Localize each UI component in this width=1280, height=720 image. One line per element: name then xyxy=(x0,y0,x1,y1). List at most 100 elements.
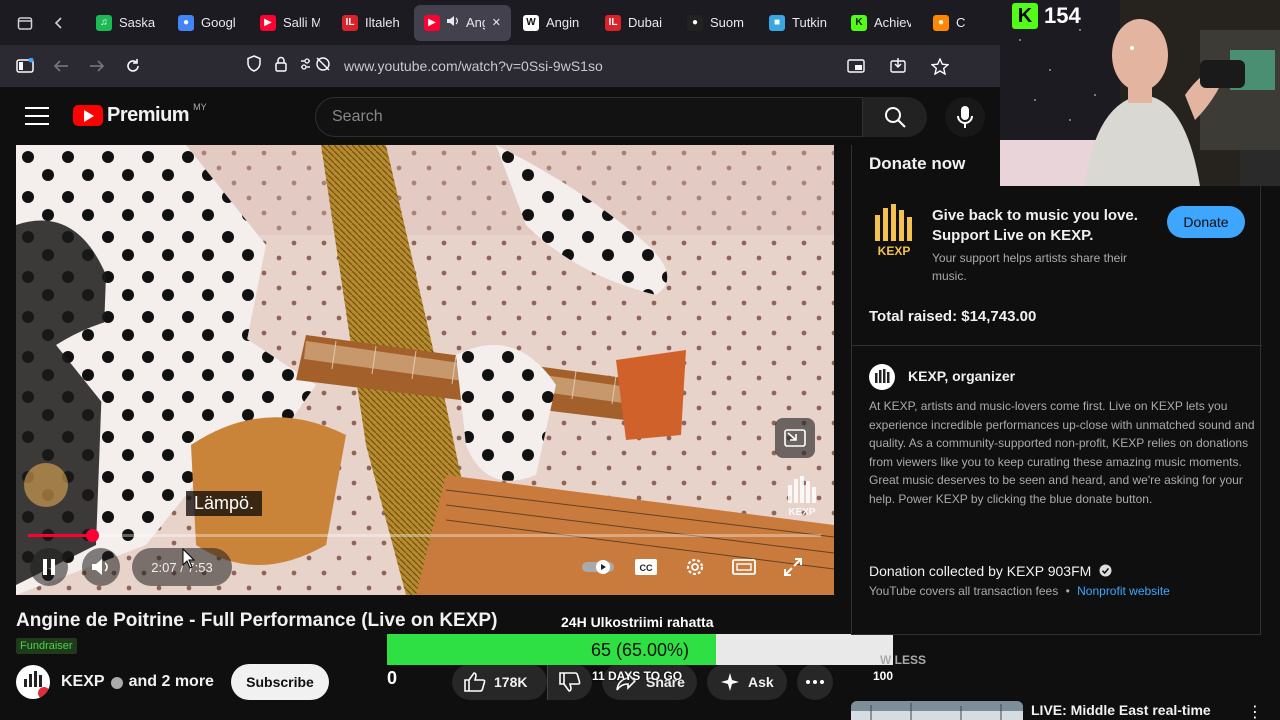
thumbs-up-icon xyxy=(464,672,486,692)
kexp-logo-icon: KEXP xyxy=(875,204,912,258)
miniplayer-button[interactable] xyxy=(775,418,815,458)
pause-button[interactable] xyxy=(30,548,68,586)
thumbs-down-icon xyxy=(559,672,581,692)
miniplayer-icon xyxy=(784,429,806,447)
organizer-name[interactable]: KEXP, organizer xyxy=(908,368,1015,384)
browser-tab[interactable]: K Achiev xyxy=(841,5,921,41)
donation-lead: Give back to music you love. Support Liv… xyxy=(932,207,1138,244)
autoplay-toggle[interactable] xyxy=(576,548,620,586)
subscribe-button[interactable]: Subscribe xyxy=(231,664,329,700)
tab-title: Iltaleh xyxy=(365,15,400,30)
recommended-title[interactable]: LIVE: Middle East real-time xyxy=(1031,702,1211,718)
address-bar[interactable]: www.youtube.com/watch?v=0Ssi-9wS1so xyxy=(238,50,958,82)
volume-icon xyxy=(92,559,108,575)
mute-button[interactable] xyxy=(82,548,120,586)
close-tab-icon[interactable]: ✕ xyxy=(492,16,501,29)
svg-text:CC: CC xyxy=(640,563,653,573)
recommended-video[interactable]: LIVE: Middle East real-time ⋮ xyxy=(851,698,1280,720)
browser-tab[interactable]: ♫ Saska xyxy=(86,5,166,41)
subtitles-button[interactable]: CC xyxy=(626,548,666,586)
picture-in-picture-icon[interactable] xyxy=(838,50,874,82)
organizer-avatar[interactable] xyxy=(869,364,895,390)
more-actions-button[interactable] xyxy=(797,664,833,700)
autoplay-toggle-icon xyxy=(582,560,614,574)
channel-name[interactable]: KEXP xyxy=(61,673,105,691)
collaborators-link[interactable]: and 2 more xyxy=(129,673,214,691)
search-button[interactable] xyxy=(863,97,927,137)
forward-icon[interactable] xyxy=(79,50,115,82)
tab-favicon-icon: ● xyxy=(933,14,949,31)
voice-search-button[interactable] xyxy=(945,97,985,137)
browser-tab[interactable]: ▶ Ang ✕ xyxy=(414,4,511,41)
donate-button[interactable]: Donate xyxy=(1167,206,1245,238)
channel-avatar[interactable] xyxy=(16,665,50,699)
tab-favicon-icon: ■ xyxy=(769,14,785,31)
like-button[interactable]: 178K xyxy=(452,664,547,700)
nonprofit-website-link[interactable]: Nonprofit website xyxy=(1077,584,1170,598)
tab-overview-icon[interactable] xyxy=(10,8,40,38)
tab-favicon-icon: W xyxy=(523,14,539,31)
url-text[interactable]: www.youtube.com/watch?v=0Ssi-9wS1so xyxy=(344,58,603,74)
closed-captions-icon: CC xyxy=(635,559,657,575)
show-less-button[interactable]: W LESS xyxy=(880,653,926,667)
more-horizontal-icon xyxy=(806,680,824,684)
theater-mode-icon xyxy=(732,559,756,575)
tab-favicon-icon: IL xyxy=(342,14,358,31)
seek-bar[interactable] xyxy=(28,529,821,542)
tab-favicon-icon: K xyxy=(851,14,867,31)
sidebar-toggle-icon[interactable] xyxy=(7,50,43,82)
reload-icon[interactable] xyxy=(115,50,151,82)
browser-tab[interactable]: ● Crea xyxy=(923,5,975,41)
fundraiser-badge[interactable]: Fundraiser xyxy=(16,638,77,654)
recommended-thumbnail[interactable] xyxy=(851,701,1023,720)
shield-icon[interactable] xyxy=(246,55,262,77)
tab-strip: ♫ Saska ● Googl ▶ Salli M IL Iltaleh ▶ Ang ✕ W Angin… xyxy=(86,4,975,41)
more-vertical-icon[interactable]: ⋮ xyxy=(1247,702,1263,720)
dislike-button[interactable] xyxy=(547,664,592,700)
youtube-play-icon xyxy=(73,105,103,126)
permissions-icon[interactable] xyxy=(300,56,332,77)
stream-goal-max: 100 xyxy=(873,669,894,683)
browser-nav-bar: www.youtube.com/watch?v=0Ssi-9wS1so xyxy=(0,45,1000,87)
save-to-pocket-icon[interactable] xyxy=(880,50,916,82)
gear-icon xyxy=(686,558,704,576)
stream-goal-title: 24H Ulkostriimi rahatta xyxy=(561,614,714,630)
tab-favicon-icon: ● xyxy=(687,14,703,31)
tabs-scroll-left-icon[interactable] xyxy=(44,8,74,38)
browser-tab[interactable]: IL Dubai xyxy=(595,5,675,41)
browser-tab[interactable]: ■ Tutkin xyxy=(759,5,839,41)
search-input[interactable]: Search xyxy=(315,97,863,137)
fees-bullet: • xyxy=(1065,584,1070,598)
youtube-premium-logo[interactable]: Premium MY xyxy=(73,101,207,127)
browser-tab[interactable]: ▶ Salli M xyxy=(250,5,330,41)
ask-button[interactable]: Ask xyxy=(707,664,787,700)
collected-by: Donation collected by KEXP 903FM xyxy=(869,563,1112,579)
guide-menu-icon[interactable] xyxy=(22,103,52,129)
tab-title: Angin xyxy=(546,15,580,30)
tab-favicon-icon: ▶ xyxy=(424,14,440,31)
video-player[interactable] xyxy=(16,145,834,595)
like-count: 178K xyxy=(494,674,528,690)
address-bar-actions xyxy=(838,50,958,82)
total-raised: Total raised: $14,743.00 xyxy=(869,308,1037,325)
fullscreen-button[interactable] xyxy=(773,548,813,586)
seek-bar-played xyxy=(28,534,93,537)
country-code: MY xyxy=(193,101,207,112)
browser-tab[interactable]: IL Iltaleh xyxy=(332,5,412,41)
browser-tab[interactable]: ● Suom xyxy=(677,5,757,41)
browser-tab[interactable]: ● Googl xyxy=(168,5,248,41)
logo-wordmark: Premium xyxy=(107,104,190,126)
bookmark-star-icon[interactable] xyxy=(922,50,958,82)
mouse-cursor-icon xyxy=(182,548,196,569)
lock-icon[interactable] xyxy=(274,56,288,77)
verified-check-icon xyxy=(1099,564,1112,577)
theater-mode-button[interactable] xyxy=(724,548,764,586)
back-icon[interactable] xyxy=(43,50,79,82)
tab-favicon-icon: ● xyxy=(178,14,194,31)
browser-tab[interactable]: W Angin xyxy=(513,5,593,41)
settings-button[interactable] xyxy=(675,548,715,586)
tab-audio-playing-icon[interactable] xyxy=(447,15,459,30)
tab-title: Crea xyxy=(956,15,965,30)
tab-title: Salli M xyxy=(283,15,320,30)
subtitle-caption: Lämpö. xyxy=(186,491,263,516)
